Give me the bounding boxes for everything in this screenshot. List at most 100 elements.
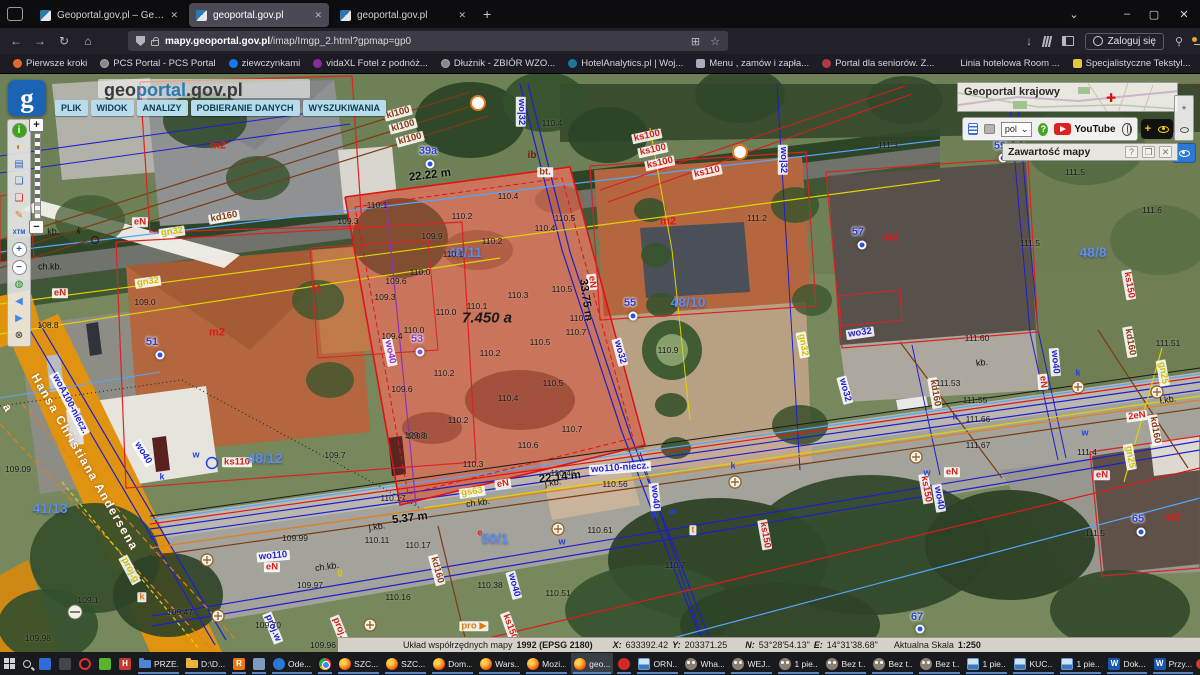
back-tool-icon[interactable]: ◀ bbox=[12, 294, 27, 309]
xtm-tool-icon[interactable]: XTM bbox=[12, 225, 27, 240]
taskbar-item[interactable] bbox=[20, 653, 34, 674]
taskbar-item-bezt[interactable]: Bez t... bbox=[917, 653, 962, 674]
measure-tool-icon[interactable]: ✎ bbox=[12, 208, 27, 223]
info-tool-icon[interactable]: i bbox=[12, 123, 27, 138]
taskbar-item[interactable] bbox=[76, 653, 94, 674]
taskbar-item-dom[interactable]: Dom... bbox=[430, 653, 475, 674]
taskbar-item-bezt[interactable]: Bez t... bbox=[870, 653, 915, 674]
taskbar-item[interactable] bbox=[36, 653, 54, 674]
taskbar-item-ode[interactable]: Ode... bbox=[270, 653, 314, 674]
bookmark-item[interactable]: ziewczynkami bbox=[229, 58, 301, 69]
url-bar[interactable]: mapy.geoportal.gov.pl/imap/Imgp_2.html?g… bbox=[128, 31, 728, 51]
taskbar-item[interactable]: R bbox=[230, 653, 248, 674]
taskbar-item-przy[interactable]: WPrzy... bbox=[1151, 653, 1195, 674]
bookmark-item[interactable]: HotelAnalytics.pl | Woj... bbox=[568, 58, 683, 69]
taskbar-item-bezt[interactable]: Bez t... bbox=[823, 653, 868, 674]
home-button[interactable]: ⌂ bbox=[76, 34, 100, 48]
layer-list-icon[interactable] bbox=[968, 123, 978, 135]
zoom-slider-track[interactable] bbox=[34, 133, 41, 219]
menu-wyszukiwania[interactable]: WYSZUKIWANIA bbox=[303, 100, 387, 116]
tab-close-icon[interactable]: ✕ bbox=[458, 10, 466, 21]
tab-close-icon[interactable]: ✕ bbox=[314, 10, 322, 21]
bookmark-item[interactable]: Specjalistyczne Tekstyl... bbox=[1073, 58, 1191, 69]
contrast-widget[interactable]: + bbox=[1141, 119, 1173, 139]
zoom-out-button[interactable]: − bbox=[29, 220, 44, 234]
taskbar-item[interactable] bbox=[56, 653, 74, 674]
zoom-slider[interactable]: + − bbox=[29, 118, 45, 234]
save-page-icon[interactable]: ⊞ bbox=[691, 35, 700, 48]
menu-widok[interactable]: WIDOK bbox=[91, 100, 134, 116]
language-select[interactable]: pol⌄ bbox=[1001, 122, 1033, 137]
taskbar-item[interactable] bbox=[96, 653, 114, 674]
forward-tool-icon[interactable]: ▶ bbox=[12, 311, 27, 326]
browser-tab[interactable]: geoportal.gov.pl✕ bbox=[333, 3, 473, 27]
overview-minimap[interactable]: Geoportal krajowy ✚ bbox=[957, 82, 1178, 112]
bookmark-item[interactable]: Dłużnik - ZBIÓR WZO... bbox=[441, 58, 555, 69]
restore-button[interactable]: ▢ bbox=[1138, 0, 1170, 28]
browser-tab[interactable]: Geoportal.gov.pl – Geoportal In✕ bbox=[33, 3, 185, 27]
window-icon[interactable] bbox=[7, 7, 23, 21]
reload-button[interactable]: ↻ bbox=[52, 34, 76, 48]
geoportal-logo[interactable]: g bbox=[8, 80, 46, 116]
menu-analizy[interactable]: ANALIZY bbox=[137, 100, 188, 116]
dock-plus-icon[interactable]: + bbox=[1181, 103, 1186, 113]
extension-icon[interactable]: ⚲ bbox=[1175, 35, 1183, 48]
tab-close-icon[interactable]: ✕ bbox=[170, 10, 178, 21]
table-tool-icon[interactable]: ▤ bbox=[12, 157, 27, 172]
zoom-in-button[interactable]: + bbox=[29, 118, 44, 132]
select-red-tool-icon[interactable]: ❏ bbox=[12, 191, 27, 206]
taskbar-item-1pie[interactable]: 1 pie... bbox=[1058, 653, 1103, 674]
taskbar-item[interactable] bbox=[1, 653, 18, 674]
taskbar-item-prze[interactable]: PRZE... bbox=[136, 653, 181, 674]
taskbar-item-kuc[interactable]: KUC... bbox=[1011, 653, 1056, 674]
panel-close-button[interactable]: ✕ bbox=[1159, 146, 1172, 158]
menu-pobieranie-danych[interactable]: POBIERANIE DANYCH bbox=[191, 100, 300, 116]
taskbar-item[interactable] bbox=[316, 653, 334, 674]
taskbar-item[interactable] bbox=[615, 653, 633, 674]
dock-eye-icon[interactable] bbox=[1180, 127, 1189, 133]
zoom-out-tool-icon[interactable]: − bbox=[12, 260, 27, 275]
tab-list-button[interactable]: ⌄ bbox=[1058, 0, 1090, 28]
taskbar-item[interactable] bbox=[250, 653, 268, 674]
taskbar-item-szc[interactable]: SZC... bbox=[336, 653, 381, 674]
taskbar-item-orn[interactable]: ORN... bbox=[635, 653, 680, 674]
zoom-in-tool-icon[interactable]: + bbox=[12, 242, 27, 257]
taskbar-item-geo[interactable]: geo... bbox=[571, 653, 613, 674]
shield-icon[interactable] bbox=[136, 36, 145, 46]
taskbar-item[interactable]: H bbox=[116, 653, 134, 674]
menu-plik[interactable]: PLIK bbox=[55, 100, 88, 116]
library-icon[interactable] bbox=[1043, 36, 1051, 47]
taskbar-item-wha[interactable]: Wha... bbox=[682, 653, 727, 674]
panel-collapse-button[interactable]: ❐ bbox=[1142, 146, 1155, 158]
taskbar-item-dd[interactable]: D:\D... bbox=[183, 653, 228, 674]
contrast-eye-icon[interactable] bbox=[1158, 126, 1169, 133]
map-contents-panel[interactable]: Zawartość mapy ? ❐ ✕ bbox=[1002, 143, 1178, 161]
select-blue-tool-icon[interactable]: ❏ bbox=[12, 174, 27, 189]
tray-app-icon[interactable] bbox=[1196, 659, 1200, 669]
bookmark-star-icon[interactable]: ☆ bbox=[710, 35, 720, 48]
panel-dock[interactable]: + bbox=[1174, 95, 1194, 141]
bookmark-item[interactable]: Pierwsze kroki bbox=[13, 58, 87, 69]
taskbar-item-wars[interactable]: Wars... bbox=[477, 653, 522, 674]
close-button[interactable]: ✕ bbox=[1168, 0, 1200, 28]
bookmark-item[interactable]: Portal dla seniorów. Z... bbox=[822, 58, 934, 69]
globe-icon[interactable] bbox=[1122, 123, 1132, 136]
help-button[interactable]: ? bbox=[1038, 123, 1048, 136]
taskbar-item-dok[interactable]: WDok... bbox=[1105, 653, 1148, 674]
globe-tool-icon[interactable]: ◍ bbox=[12, 277, 27, 292]
taskbar-item-wej[interactable]: WEJ... bbox=[729, 653, 774, 674]
taskbar-item-1pie[interactable]: 1 pie... bbox=[776, 653, 821, 674]
font-size-icon[interactable]: + bbox=[1145, 123, 1151, 135]
bookmark-item[interactable]: PCS Portal - PCS Portal bbox=[100, 58, 215, 69]
back-button[interactable]: ← bbox=[4, 34, 28, 48]
sidebar-icon[interactable] bbox=[1062, 36, 1074, 46]
legend-tool-icon[interactable]: ◐ bbox=[12, 140, 27, 155]
taskbar-item-1pie[interactable]: 1 pie... bbox=[964, 653, 1009, 674]
clear-tool-icon[interactable]: ⊗ bbox=[12, 328, 27, 343]
bookmark-item[interactable]: vidaXL Fotel z podnóż... bbox=[313, 58, 428, 69]
browser-tab[interactable]: geoportal.gov.pl✕ bbox=[189, 3, 329, 27]
new-tab-button[interactable]: + bbox=[483, 6, 491, 22]
forward-button[interactable]: → bbox=[28, 34, 52, 48]
bookmark-item[interactable]: Linia hotelowa Room ... bbox=[947, 58, 1059, 69]
streetview-icon[interactable] bbox=[984, 124, 995, 134]
